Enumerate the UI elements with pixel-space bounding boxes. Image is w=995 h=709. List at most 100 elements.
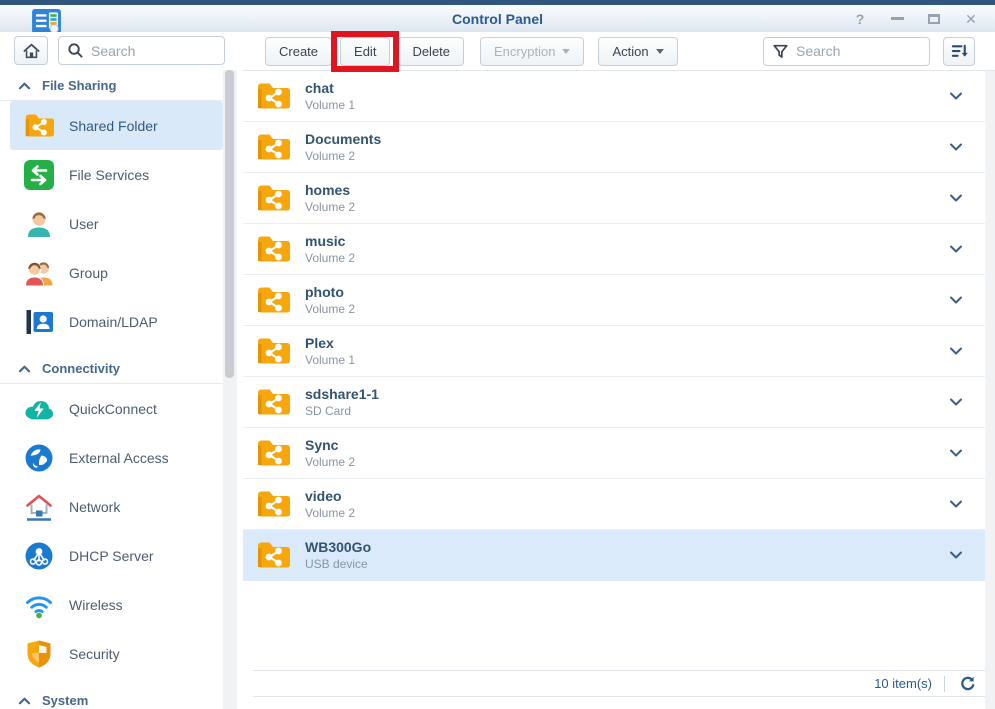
chevron-down-icon xyxy=(656,49,664,54)
create-button[interactable]: Create xyxy=(265,37,332,66)
expand-chevron-icon[interactable] xyxy=(948,343,964,359)
folder-row-photo[interactable]: photo Volume 2 xyxy=(243,275,985,326)
sidebar-section-connectivity[interactable]: Connectivity xyxy=(0,346,223,384)
sidebar-scrollbar-thumb[interactable] xyxy=(225,70,234,378)
refresh-button[interactable] xyxy=(957,674,979,694)
expand-chevron-icon[interactable] xyxy=(948,547,964,563)
list-footer: 10 item(s) xyxy=(253,670,985,697)
expand-chevron-icon[interactable] xyxy=(948,241,964,257)
minimize-icon[interactable] xyxy=(889,11,905,27)
folder-row-music[interactable]: music Volume 2 xyxy=(243,224,985,275)
encryption-label: Encryption xyxy=(494,44,555,59)
item-count: 10 item(s) xyxy=(874,676,932,691)
folder-row-wb300go[interactable]: WB300Go USB device xyxy=(243,530,985,581)
folder-row-sync[interactable]: Sync Volume 2 xyxy=(243,428,985,479)
folder-row-documents[interactable]: Documents Volume 2 xyxy=(243,122,985,173)
folder-row-chat[interactable]: chat Volume 1 xyxy=(243,71,985,122)
expand-chevron-icon[interactable] xyxy=(948,394,964,410)
sidebar-item-domain-ldap[interactable]: Domain/LDAP xyxy=(10,297,223,346)
folder-location: Volume 2 xyxy=(305,507,355,520)
folder-location: Volume 2 xyxy=(305,303,355,316)
sidebar-item-label: User xyxy=(69,216,99,232)
folder-location: Volume 2 xyxy=(305,252,355,265)
group-icon xyxy=(24,258,54,288)
search-icon xyxy=(67,42,84,59)
shared-folder-icon xyxy=(256,81,290,111)
folder-row-video[interactable]: video Volume 2 xyxy=(243,479,985,530)
expand-chevron-icon[interactable] xyxy=(948,496,964,512)
shared-folder-icon xyxy=(256,132,290,162)
sidebar-item-label: DHCP Server xyxy=(69,548,154,564)
sidebar-item-group[interactable]: Group xyxy=(10,248,223,297)
delete-button[interactable]: Delete xyxy=(398,37,464,66)
shared-folder-icon xyxy=(256,285,290,315)
home-button[interactable] xyxy=(14,36,48,65)
folder-name: Plex xyxy=(305,336,355,351)
folder-info: photo Volume 2 xyxy=(305,285,355,316)
quickconnect-icon xyxy=(24,394,54,424)
encryption-dropdown-button[interactable]: Encryption xyxy=(480,37,584,66)
help-icon[interactable]: ? xyxy=(852,11,868,27)
sidebar-item-user[interactable]: User xyxy=(10,199,223,248)
footer-divider xyxy=(944,676,945,692)
folder-location: Volume 2 xyxy=(305,150,381,163)
expand-chevron-icon[interactable] xyxy=(948,139,964,155)
expand-chevron-icon[interactable] xyxy=(948,190,964,206)
list-scrollbar-track[interactable] xyxy=(985,71,995,709)
close-icon[interactable]: ✕ xyxy=(963,11,979,27)
sidebar-section-system[interactable]: System xyxy=(0,678,223,709)
shared-folder-icon xyxy=(256,336,290,366)
sidebar-item-network[interactable]: Network xyxy=(10,482,223,531)
folder-name: photo xyxy=(305,285,355,300)
sidebar-item-shared-folder[interactable]: Shared Folder xyxy=(10,101,223,150)
filter-icon xyxy=(772,43,789,60)
folder-info: Sync Volume 2 xyxy=(305,438,355,469)
list-search-input[interactable] xyxy=(796,43,921,59)
expand-chevron-icon[interactable] xyxy=(948,88,964,104)
list-search-box xyxy=(763,37,930,66)
maximize-icon[interactable] xyxy=(926,11,942,27)
folder-row-plex[interactable]: Plex Volume 1 xyxy=(243,326,985,377)
folder-name: music xyxy=(305,234,355,249)
folder-name: Documents xyxy=(305,132,381,147)
action-label: Action xyxy=(612,44,648,59)
expand-chevron-icon[interactable] xyxy=(948,445,964,461)
sidebar-search-box xyxy=(58,36,225,65)
folder-name: WB300Go xyxy=(305,540,371,555)
sidebar-section-file-sharing[interactable]: File Sharing xyxy=(0,70,223,101)
sidebar-item-label: External Access xyxy=(69,450,169,466)
folder-info: chat Volume 1 xyxy=(305,81,355,112)
edit-button[interactable]: Edit xyxy=(340,37,390,66)
minimize-bar xyxy=(891,17,904,20)
folder-location: USB device xyxy=(305,558,371,571)
sidebar-item-label: File Services xyxy=(69,167,149,183)
chevron-up-icon xyxy=(18,81,31,91)
shared-folder-icon xyxy=(256,387,290,417)
sort-button[interactable] xyxy=(943,37,975,66)
sort-descending-icon xyxy=(950,42,969,61)
sidebar-search-input[interactable] xyxy=(91,43,216,59)
sidebar-item-external-access[interactable]: External Access xyxy=(10,433,223,482)
sidebar-item-quickconnect[interactable]: QuickConnect xyxy=(10,384,223,433)
sidebar-scrollbar-track xyxy=(223,70,237,709)
sidebar-item-label: Shared Folder xyxy=(69,118,158,134)
main-toolbar: Create Edit Delete Encryption Action xyxy=(243,36,995,66)
sidebar-item-file-services[interactable]: File Services xyxy=(10,150,223,199)
expand-chevron-icon[interactable] xyxy=(948,292,964,308)
home-icon xyxy=(22,42,41,60)
domain-ldap-icon xyxy=(24,307,54,337)
wireless-icon xyxy=(24,590,54,620)
network-icon xyxy=(24,492,54,522)
external-access-icon xyxy=(24,443,54,473)
action-dropdown-button[interactable]: Action xyxy=(598,37,677,66)
sidebar-item-security[interactable]: Security xyxy=(10,629,223,678)
folder-name: homes xyxy=(305,183,355,198)
shared-folder-icon xyxy=(256,183,290,213)
folder-row-homes[interactable]: homes Volume 2 xyxy=(243,173,985,224)
sidebar-item-dhcp-server[interactable]: DHCP Server xyxy=(10,531,223,580)
sidebar-item-wireless[interactable]: Wireless xyxy=(10,580,223,629)
folder-name: Sync xyxy=(305,438,355,453)
shared-folder-icon xyxy=(256,234,290,264)
folder-info: video Volume 2 xyxy=(305,489,355,520)
folder-row-sdshare1-1[interactable]: sdshare1-1 SD Card xyxy=(243,377,985,428)
